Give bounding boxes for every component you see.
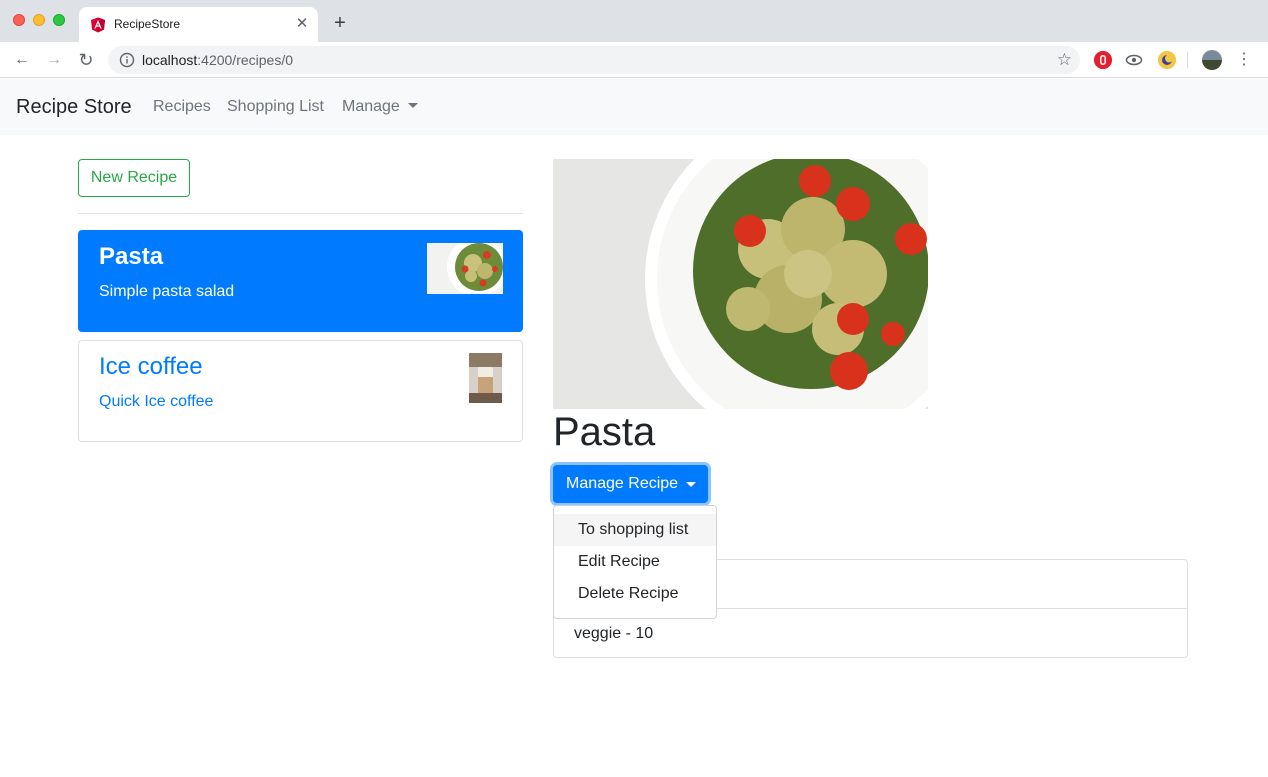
profile-avatar[interactable] — [1202, 50, 1222, 70]
brand-link[interactable]: Recipe Store — [16, 96, 132, 119]
divider — [78, 213, 523, 214]
ublock-icon[interactable] — [1094, 51, 1112, 69]
url-host: localhost — [142, 52, 198, 68]
recipe-name: Ice coffee — [99, 353, 203, 380]
toolbar-separator — [1187, 52, 1188, 68]
nav-link-recipes[interactable]: Recipes — [153, 98, 211, 116]
browser-toolbar: ← → ↻ localhost:4200/recipes/0 ☆ ⋮ — [0, 42, 1268, 78]
tab-close-icon[interactable]: ✕ — [293, 15, 311, 33]
chevron-down-icon — [407, 103, 418, 108]
moon-icon[interactable] — [1158, 51, 1176, 69]
url-text[interactable]: localhost:4200/recipes/0 — [142, 52, 293, 68]
reload-icon[interactable]: ↻ — [76, 50, 96, 70]
maximize-window-button[interactable] — [53, 14, 65, 26]
recipe-image-pasta — [553, 159, 928, 409]
manage-recipe-label: Manage Recipe — [566, 475, 679, 492]
recipe-description: Quick Ice coffee — [99, 393, 214, 410]
recipe-list-item-ice-coffee[interactable]: Ice coffee Quick Ice coffee — [78, 340, 523, 442]
recipe-thumbnail-ice-coffee — [469, 353, 502, 403]
address-bar[interactable]: localhost:4200/recipes/0 ☆ — [108, 46, 1080, 74]
tab-title: RecipeStore — [114, 17, 181, 31]
bookmark-star-icon[interactable]: ☆ — [1057, 50, 1072, 70]
info-icon[interactable] — [119, 52, 135, 68]
browser-tab[interactable]: RecipeStore ✕ — [79, 7, 318, 42]
dropdown-item-to-shopping-list[interactable]: To shopping list — [554, 514, 716, 546]
dropdown-item-delete-recipe[interactable]: Delete Recipe — [554, 578, 716, 610]
url-path: :4200/recipes/0 — [197, 52, 293, 68]
eye-icon[interactable] — [1125, 51, 1143, 69]
caret-down-icon — [686, 482, 696, 487]
recipe-thumbnail-pasta — [427, 243, 503, 294]
forward-arrow-icon[interactable]: → — [44, 50, 64, 70]
back-arrow-icon[interactable]: ← — [12, 50, 32, 70]
nav-manage-label: Manage — [342, 98, 400, 115]
recipe-description: Simple pasta salad — [99, 283, 235, 300]
close-window-button[interactable] — [13, 14, 25, 26]
recipe-list-item-pasta[interactable]: Pasta Simple pasta salad — [78, 230, 523, 332]
nav-link-shopping-list[interactable]: Shopping List — [227, 98, 324, 116]
dropdown-item-edit-recipe[interactable]: Edit Recipe — [554, 546, 716, 578]
app-navbar: Recipe Store Recipes Shopping List Manag… — [0, 79, 1268, 135]
minimize-window-button[interactable] — [33, 14, 45, 26]
browser-tab-strip: RecipeStore ✕ + — [0, 0, 1268, 42]
manage-recipe-dropdown: To shopping list Edit Recipe Delete Reci… — [553, 505, 717, 619]
menu-dots-icon[interactable]: ⋮ — [1236, 48, 1252, 72]
angular-favicon-icon — [91, 17, 105, 33]
nav-dropdown-manage[interactable]: Manage — [342, 98, 418, 116]
new-tab-icon[interactable]: + — [330, 13, 350, 33]
new-recipe-button[interactable]: New Recipe — [78, 159, 190, 197]
recipe-name: Pasta — [99, 243, 164, 270]
manage-recipe-button[interactable]: Manage Recipe — [553, 465, 708, 503]
recipe-title: Pasta — [553, 410, 656, 454]
